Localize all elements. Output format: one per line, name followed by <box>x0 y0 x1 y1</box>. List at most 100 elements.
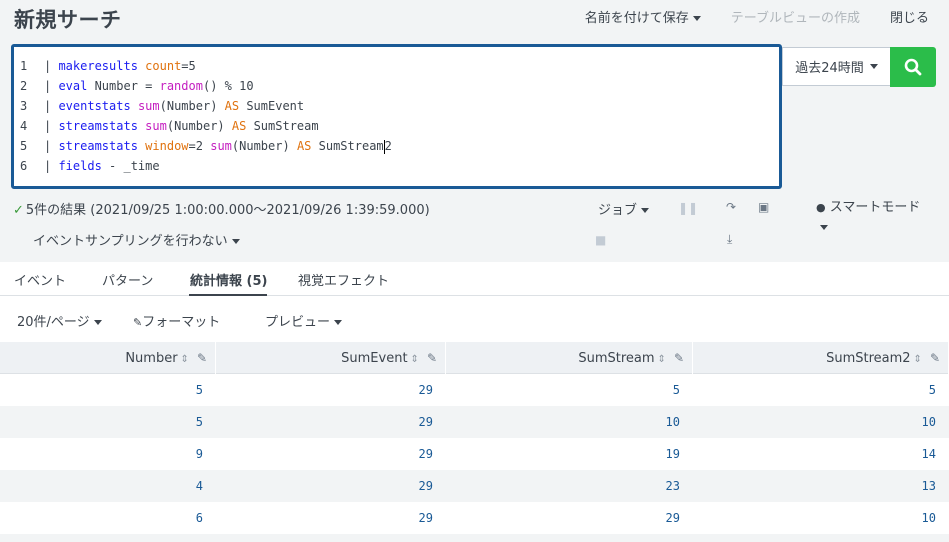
column-header-label: Number <box>125 351 178 366</box>
code-token: 2 <box>384 139 392 153</box>
table-cell[interactable]: 9 <box>0 438 203 470</box>
table-toolbar: 20件/ページ ✎フォーマット プレビュー <box>0 296 949 342</box>
chevron-down-icon <box>820 225 828 230</box>
code-token: SumStream <box>311 139 384 153</box>
table-cell[interactable]: 29 <box>446 502 680 534</box>
column-header-label: SumStream2 <box>826 351 911 366</box>
line-number: 1 <box>20 59 28 73</box>
search-query-editor[interactable]: 1 | makeresults count=5 2 | eval Number = r… <box>11 44 782 189</box>
tab-patterns[interactable]: パターン <box>102 270 153 289</box>
code-token: (Number) <box>159 99 225 113</box>
code-token: random <box>159 79 203 93</box>
code-token: (Number) <box>231 139 297 153</box>
code-token: () % 10 <box>202 79 254 93</box>
event-sampling-dropdown[interactable]: イベントサンプリングを行わない <box>33 230 240 249</box>
page-title: 新規サーチ <box>14 8 122 32</box>
line-number: 4 <box>20 119 28 133</box>
download-icon[interactable]: ⤓ <box>727 232 732 247</box>
table-cell[interactable]: 29 <box>216 502 433 534</box>
pause-icon[interactable]: ❚❚ <box>678 201 698 215</box>
code-token: (Number) <box>166 119 232 133</box>
table-cell[interactable]: 10 <box>446 406 680 438</box>
table-cell[interactable]: 19 <box>446 438 680 470</box>
tab-events[interactable]: イベント <box>14 270 66 289</box>
code-token: window <box>145 139 189 153</box>
per-page-dropdown[interactable]: 20件/ページ <box>17 311 102 330</box>
job-menu[interactable]: ジョブ <box>598 199 650 218</box>
close-button[interactable]: 閉じる <box>890 7 929 26</box>
table-cell[interactable]: 5 <box>0 406 203 438</box>
table-cell[interactable]: 5 <box>0 374 203 406</box>
code-token: Number = <box>87 79 160 93</box>
table-cell[interactable]: 29 <box>216 438 433 470</box>
table-cell[interactable]: 5 <box>693 374 936 406</box>
pencil-icon[interactable]: ✎ <box>197 351 207 365</box>
code-token: sum <box>210 139 232 153</box>
create-table-view-button[interactable]: テーブルビューの作成 <box>731 7 860 26</box>
preview-label: プレビュー <box>265 315 331 330</box>
code-token: eventstats <box>58 99 131 113</box>
code-text: | fields - _time <box>44 156 160 176</box>
search-button[interactable] <box>890 47 936 87</box>
print-icon[interactable]: ▣ <box>758 200 769 214</box>
format-button[interactable]: ✎フォーマット <box>133 311 220 330</box>
column-header[interactable]: Number ⇕ ✎ <box>0 342 216 374</box>
pencil-icon[interactable]: ✎ <box>930 351 940 365</box>
code-text: | streamstats sum(Number) AS SumStream <box>44 116 319 136</box>
code-token: fields <box>58 159 102 173</box>
code-token: streamstats <box>58 139 138 153</box>
code-token: | <box>44 99 59 113</box>
table-cell[interactable]: 10 <box>693 406 936 438</box>
sort-icon[interactable]: ⇕ <box>658 354 666 365</box>
table-cell[interactable]: 6 <box>0 502 203 534</box>
bulb-icon: ● <box>816 201 826 214</box>
table-cell[interactable]: 4 <box>0 470 203 502</box>
table-cell[interactable]: 29 <box>216 470 433 502</box>
pencil-icon[interactable]: ✎ <box>427 351 437 365</box>
header-actions: 名前を付けて保存 テーブルビューの作成 閉じる <box>585 7 929 26</box>
table-cell[interactable]: 14 <box>693 438 936 470</box>
event-sampling-label: イベントサンプリングを行わない <box>33 234 228 249</box>
code-token: | <box>44 59 59 73</box>
time-range-picker[interactable]: 過去24時間 <box>782 47 890 86</box>
code-token: count <box>145 59 182 73</box>
save-as-button[interactable]: 名前を付けて保存 <box>585 7 701 26</box>
sort-icon[interactable]: ⇕ <box>411 354 419 365</box>
column-header[interactable]: SumStream2 ⇕ ✎ <box>693 342 949 374</box>
table-cell[interactable]: 10 <box>693 502 936 534</box>
code-token: makeresults <box>58 59 138 73</box>
code-token: | <box>44 139 59 153</box>
chevron-down-icon <box>641 208 650 213</box>
column-header-label: SumEvent <box>341 351 408 366</box>
pencil-icon[interactable]: ✎ <box>674 351 684 365</box>
code-token: eval <box>58 79 88 93</box>
sort-icon[interactable]: ⇕ <box>914 354 922 365</box>
tab-statistics[interactable]: 統計情報 (5) <box>190 270 267 289</box>
table-row: 4 29 23 13 <box>0 470 949 502</box>
table-cell[interactable]: 29 <box>216 374 433 406</box>
share-icon[interactable]: ↷ <box>726 200 736 214</box>
search-mode-dropdown[interactable]: ● スマートモード <box>816 198 926 238</box>
table-cell[interactable]: 29 <box>216 406 433 438</box>
chevron-down-icon <box>869 64 878 69</box>
table-row: 5 29 10 10 <box>0 406 949 438</box>
line-number: 2 <box>20 79 28 93</box>
table-cell[interactable]: 13 <box>693 470 936 502</box>
code-token: SumEvent <box>239 99 305 113</box>
column-header[interactable]: SumStream ⇕ ✎ <box>446 342 693 374</box>
stop-icon[interactable]: ■ <box>595 233 606 247</box>
table-cell[interactable]: 23 <box>446 470 680 502</box>
code-token: sum <box>137 99 160 113</box>
tab-visualization[interactable]: 視覚エフェクト <box>298 270 389 289</box>
sort-icon[interactable]: ⇕ <box>181 354 189 365</box>
code-token: streamstats <box>58 119 138 133</box>
preview-dropdown[interactable]: プレビュー <box>265 311 343 330</box>
search-page: { "header": { "title": "新規サーチ", "save_as… <box>0 0 949 542</box>
column-header-label: SumStream <box>578 351 655 366</box>
pencil-icon: ✎ <box>133 316 143 329</box>
code-text: | streamstats window=2 sum(Number) AS Su… <box>44 136 392 156</box>
column-header[interactable]: SumEvent ⇕ ✎ <box>216 342 446 374</box>
search-mode-label: スマートモード <box>829 200 921 215</box>
table-cell[interactable]: 5 <box>446 374 680 406</box>
code-token: | <box>44 79 59 93</box>
